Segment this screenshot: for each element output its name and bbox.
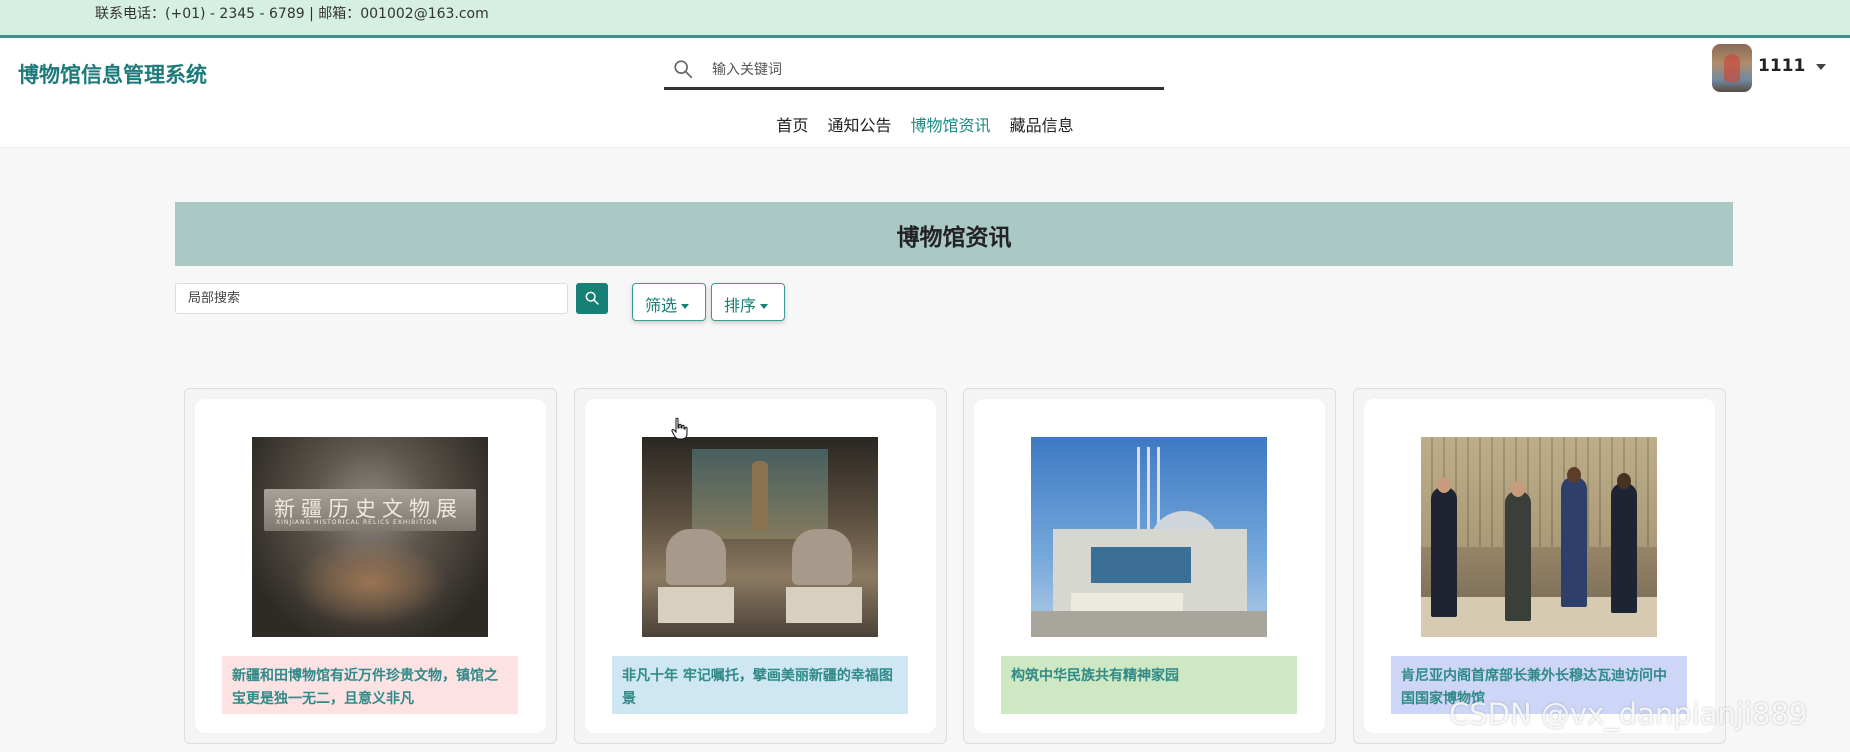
news-title[interactable]: 构筑中华民族共有精神家园 <box>1001 656 1297 714</box>
news-card[interactable]: 非凡十年 牢记嘱托，擘画美丽新疆的幸福图景 <box>574 388 947 744</box>
hand-cursor-icon <box>671 417 688 440</box>
sort-label: 排序 <box>724 296 757 315</box>
page-title: 博物馆资讯 <box>896 225 1012 251</box>
chevron-down-icon[interactable] <box>1816 64 1826 70</box>
news-image[interactable] <box>642 437 878 637</box>
image-detail <box>1561 477 1587 607</box>
search-icon <box>585 291 599 305</box>
avatar[interactable] <box>1712 44 1752 92</box>
image-detail <box>1031 611 1267 637</box>
image-detail <box>1071 593 1183 611</box>
filter-dropdown-button[interactable]: 筛选 <box>632 283 706 321</box>
news-card-inner: 肯尼亚内阁首席部长兼外长穆达瓦迪访问中国国家博物馆 <box>1364 399 1715 733</box>
image-detail <box>1511 481 1525 497</box>
news-image[interactable] <box>1031 437 1267 637</box>
image-detail <box>1505 491 1531 621</box>
local-search-button[interactable] <box>576 283 608 314</box>
nav-item-collections[interactable]: 藏品信息 <box>1010 112 1074 136</box>
image-detail <box>1617 473 1631 489</box>
image-detail <box>752 461 768 531</box>
image-detail <box>1137 447 1140 539</box>
image-detail <box>658 587 734 623</box>
image-detail <box>792 529 852 585</box>
news-card-inner: 新疆历史文物展 XINJIANG HISTORICAL RELICS EXHIB… <box>195 399 546 733</box>
news-card-inner: 非凡十年 牢记嘱托，擘画美丽新疆的幸福图景 <box>585 399 936 733</box>
exhibition-plaque: 新疆历史文物展 XINJIANG HISTORICAL RELICS EXHIB… <box>264 489 476 531</box>
news-title[interactable]: 非凡十年 牢记嘱托，擘画美丽新疆的幸福图景 <box>612 656 908 714</box>
image-detail <box>786 587 862 623</box>
news-card[interactable]: 构筑中华民族共有精神家园 <box>963 388 1336 744</box>
image-detail <box>1611 483 1637 613</box>
nav-item-notices[interactable]: 通知公告 <box>827 112 891 136</box>
caret-down-icon <box>760 304 769 309</box>
nav-item-home[interactable]: 首页 <box>776 112 808 136</box>
news-card[interactable]: 肯尼亚内阁首席部长兼外长穆达瓦迪访问中国国家博物馆 <box>1353 388 1726 744</box>
watermark: CSDN @vx_danpianji889 <box>1449 697 1808 731</box>
news-image[interactable]: 新疆历史文物展 XINJIANG HISTORICAL RELICS EXHIB… <box>252 437 488 637</box>
site-header: 博物馆信息管理系统 1111 首页 通知公告 博物馆资讯 藏品信息 <box>0 38 1850 148</box>
contact-bar: 联系电话：(+01) - 2345 - 6789 | 邮箱：001002@163… <box>0 0 1850 38</box>
filter-label: 筛选 <box>645 296 678 315</box>
plaque-subtext: XINJIANG HISTORICAL RELICS EXHIBITION <box>276 519 438 526</box>
image-detail <box>292 537 448 627</box>
image-detail <box>1567 467 1581 483</box>
image-detail <box>1431 487 1457 617</box>
news-card-inner: 构筑中华民族共有精神家园 <box>974 399 1325 733</box>
main-nav: 首页 通知公告 博物馆资讯 藏品信息 <box>0 112 1850 142</box>
image-detail <box>1437 477 1451 493</box>
local-search-input[interactable] <box>175 283 568 314</box>
news-card[interactable]: 新疆历史文物展 XINJIANG HISTORICAL RELICS EXHIB… <box>184 388 557 744</box>
sort-dropdown-button[interactable]: 排序 <box>711 283 785 321</box>
image-detail <box>1091 547 1191 583</box>
news-image[interactable] <box>1421 437 1657 637</box>
image-detail <box>666 529 726 585</box>
image-detail <box>1147 447 1150 539</box>
news-title[interactable]: 新疆和田博物馆有近万件珍贵文物，镇馆之宝更是独一无二，且意义非凡 <box>222 656 518 714</box>
user-menu[interactable]: 1111 <box>1712 44 1842 94</box>
page-banner: 博物馆资讯 <box>175 202 1733 266</box>
contact-info: 联系电话：(+01) - 2345 - 6789 | 邮箱：001002@163… <box>95 6 489 22</box>
search-input[interactable] <box>712 56 1152 84</box>
search-icon[interactable] <box>672 58 694 80</box>
global-search <box>664 52 1164 90</box>
site-logo[interactable]: 博物馆信息管理系统 <box>18 59 207 89</box>
nav-item-museum-news[interactable]: 博物馆资讯 <box>911 112 991 136</box>
caret-down-icon <box>681 304 690 309</box>
username[interactable]: 1111 <box>1758 56 1805 76</box>
